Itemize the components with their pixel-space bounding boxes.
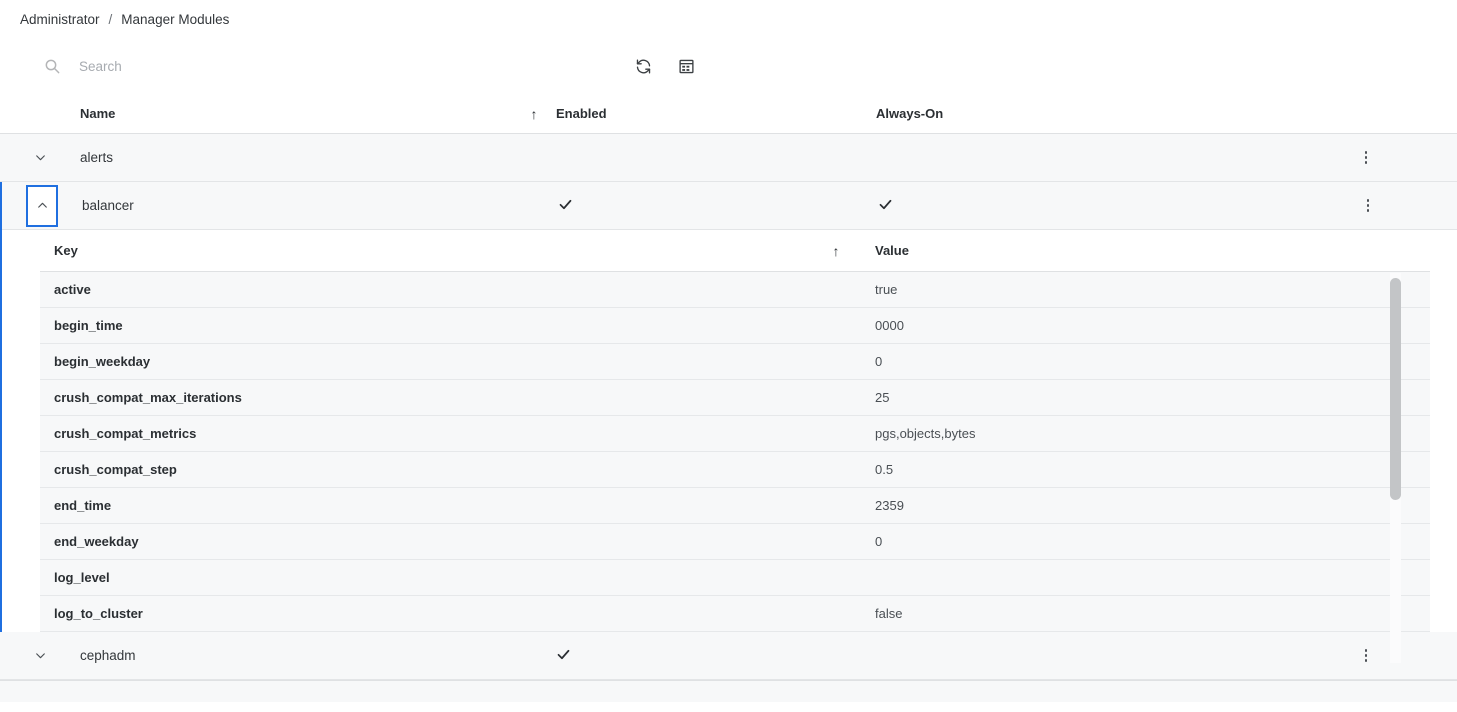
header-always-on[interactable]: Always-On <box>876 106 1336 121</box>
row-actions-menu-icon[interactable] <box>1361 645 1372 666</box>
setting-value: 2359 <box>875 498 904 513</box>
list-item[interactable]: begin_weekday 0 <box>40 344 1430 380</box>
row-actions-cell <box>1336 147 1396 168</box>
chevron-up-icon[interactable] <box>26 184 58 227</box>
chevron-down-icon[interactable] <box>25 639 55 673</box>
breadcrumb-root[interactable]: Administrator <box>20 12 100 27</box>
module-name: cephadm <box>80 648 136 663</box>
setting-value: 0 <box>875 534 883 549</box>
setting-value: true <box>875 282 898 297</box>
breadcrumb-current: Manager Modules <box>121 11 230 27</box>
setting-value: 0000 <box>875 318 904 333</box>
search-icon <box>45 59 60 74</box>
settings-scrollbar-thumb[interactable] <box>1390 278 1401 500</box>
list-item[interactable]: crush_compat_max_iterations 25 <box>40 380 1430 416</box>
breadcrumb: Administrator / Manager Modules <box>0 0 1457 38</box>
table-columns-button[interactable] <box>671 51 701 81</box>
settings-header-row: Key ↑ Value <box>40 230 1430 272</box>
table-row[interactable]: balancer <box>2 182 1457 230</box>
setting-key: begin_weekday <box>54 354 151 369</box>
refresh-icon <box>636 58 650 74</box>
manager-modules-table: Name ↑ Enabled Always-On alerts balancer… <box>0 94 1457 702</box>
table-row[interactable]: cephadm <box>0 632 1457 680</box>
row-actions-cell <box>1338 195 1398 216</box>
table-header-row: Name ↑ Enabled Always-On <box>0 94 1457 134</box>
module-enabled-cell <box>558 197 878 215</box>
list-item[interactable]: active true <box>40 272 1430 308</box>
module-name: alerts <box>80 150 114 165</box>
table-columns-icon <box>678 59 694 73</box>
row-toggle-cell <box>0 141 80 175</box>
row-actions-cell <box>1336 645 1396 666</box>
module-always-on-cell <box>878 197 1338 215</box>
setting-key: active <box>54 282 91 297</box>
search-box[interactable] <box>44 51 464 81</box>
row-toggle-cell <box>2 184 82 227</box>
header-always-on-label: Always-On <box>876 106 944 121</box>
refresh-button[interactable] <box>628 51 658 81</box>
toolbar <box>0 38 1457 94</box>
list-item[interactable]: crush_compat_metrics pgs,objects,bytes <box>40 416 1430 452</box>
setting-key: log_level <box>54 570 110 585</box>
setting-value: false <box>875 606 903 621</box>
module-name: balancer <box>82 198 134 213</box>
setting-key: end_weekday <box>54 534 139 549</box>
row-actions-menu-icon[interactable] <box>1363 195 1374 216</box>
list-item[interactable]: crush_compat_step 0.5 <box>40 452 1430 488</box>
list-item[interactable]: end_weekday 0 <box>40 524 1430 560</box>
header-enabled[interactable]: Enabled <box>556 106 876 121</box>
search-input[interactable] <box>79 58 439 74</box>
expanded-module-section: balancer Key ↑ Value active true begin_t… <box>0 182 1457 663</box>
check-icon <box>559 199 572 209</box>
setting-value: 0 <box>875 354 883 369</box>
setting-key: crush_compat_metrics <box>54 426 197 441</box>
module-enabled-cell <box>556 647 876 665</box>
header-key-sort-asc-icon[interactable]: ↑ <box>806 244 866 258</box>
module-settings-table: Key ↑ Value active true begin_time 0000 … <box>40 230 1430 663</box>
setting-value: pgs,objects,bytes <box>875 426 976 441</box>
check-icon <box>557 649 570 659</box>
header-enabled-label: Enabled <box>556 106 607 121</box>
header-key[interactable]: Key <box>40 243 806 258</box>
setting-value: 0.5 <box>875 462 894 477</box>
setting-key: crush_compat_max_iterations <box>54 390 242 405</box>
table-row[interactable]: alerts <box>0 134 1457 182</box>
list-item[interactable]: log_level <box>40 560 1430 596</box>
settings-rows: active true begin_time 0000 begin_weekda… <box>40 272 1430 663</box>
row-toggle-cell <box>0 639 80 673</box>
setting-key: end_time <box>54 498 112 513</box>
next-row-partial[interactable] <box>0 680 1457 702</box>
setting-key: begin_time <box>54 318 123 333</box>
list-item[interactable]: log_to_cluster false <box>40 596 1430 632</box>
header-name-label: Name <box>80 106 116 121</box>
list-item[interactable]: end_time 2359 <box>40 488 1430 524</box>
setting-key: crush_compat_step <box>54 462 177 477</box>
header-name-sort-asc-icon[interactable]: ↑ <box>512 107 556 121</box>
check-icon <box>879 199 892 209</box>
chevron-down-icon[interactable] <box>25 141 55 175</box>
header-name[interactable]: Name <box>80 106 512 121</box>
setting-key: log_to_cluster <box>54 606 143 621</box>
header-value[interactable]: Value <box>866 243 1346 258</box>
setting-value: 25 <box>875 390 890 405</box>
breadcrumb-separator: / <box>108 11 113 27</box>
list-item[interactable]: begin_time 0000 <box>40 308 1430 344</box>
row-actions-menu-icon[interactable] <box>1361 147 1372 168</box>
